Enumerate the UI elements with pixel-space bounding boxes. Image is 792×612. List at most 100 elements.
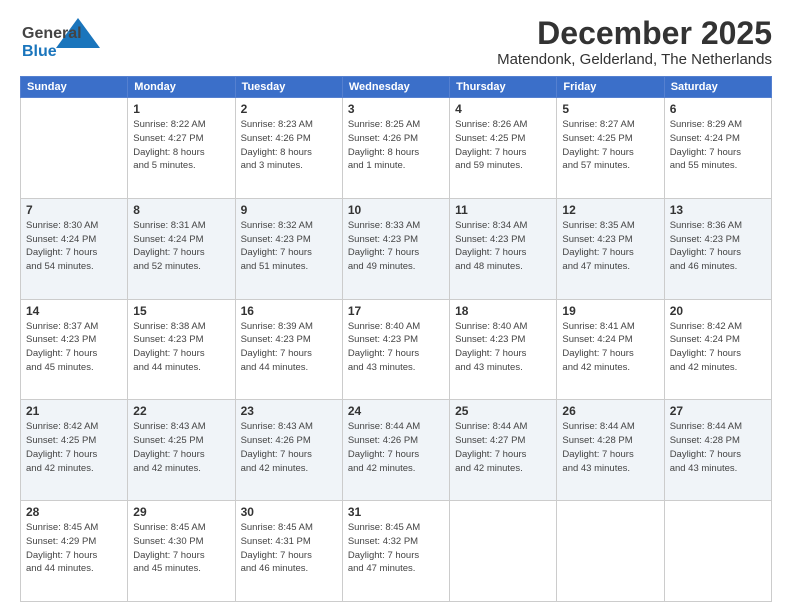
day-number: 22 — [133, 404, 229, 418]
day-number: 23 — [241, 404, 337, 418]
day-number: 11 — [455, 203, 551, 217]
day-number: 8 — [133, 203, 229, 217]
day-number: 1 — [133, 102, 229, 116]
table-row: 26Sunrise: 8:44 AMSunset: 4:28 PMDayligh… — [557, 400, 664, 501]
day-info: Sunrise: 8:44 AMSunset: 4:27 PMDaylight:… — [455, 420, 551, 475]
table-row: 23 Sunrise: 8:43 AMSunset: 4:26 PMDayligh… — [235, 400, 342, 501]
day-number: 16 — [241, 304, 337, 318]
logo-icon: General Blue — [20, 16, 130, 62]
table-row: 8 Sunrise: 8:31 AMSunset: 4:24 PMDaylight… — [128, 198, 235, 299]
header-friday: Friday — [557, 77, 664, 98]
day-info: Sunrise: 8:30 AMSunset: 4:24 PMDaylight:… — [26, 219, 122, 274]
header-tuesday: Tuesday — [235, 77, 342, 98]
day-info: Sunrise: 8:44 AMSunset: 4:26 PMDaylight:… — [348, 420, 444, 475]
calendar-table: Sunday Monday Tuesday Wednesday Thursday… — [20, 76, 772, 602]
day-info: Sunrise: 8:26 AMSunset: 4:25 PMDaylight:… — [455, 118, 551, 173]
table-row: 16 Sunrise: 8:39 AMSunset: 4:23 PMDayligh… — [235, 299, 342, 400]
calendar-week-row: 7 Sunrise: 8:30 AMSunset: 4:24 PMDaylight… — [21, 198, 772, 299]
table-row: 5Sunrise: 8:27 AMSunset: 4:25 PMDaylight… — [557, 98, 664, 199]
header-saturday: Saturday — [664, 77, 771, 98]
calendar-week-row: 28Sunrise: 8:45 AMSunset: 4:29 PMDayligh… — [21, 501, 772, 602]
table-row: 19Sunrise: 8:41 AMSunset: 4:24 PMDayligh… — [557, 299, 664, 400]
table-row: 27Sunrise: 8:44 AMSunset: 4:28 PMDayligh… — [664, 400, 771, 501]
svg-text:General: General — [22, 25, 82, 42]
table-row: 15 Sunrise: 8:38 AMSunset: 4:23 PMDayligh… — [128, 299, 235, 400]
day-number: 17 — [348, 304, 444, 318]
day-info: Sunrise: 8:40 AMSunset: 4:23 PMDaylight:… — [455, 320, 551, 375]
calendar-week-row: 14Sunrise: 8:37 AMSunset: 4:23 PMDayligh… — [21, 299, 772, 400]
day-number: 7 — [26, 203, 122, 217]
table-row: 10 Sunrise: 8:33 AMSunset: 4:23 PMDayligh… — [342, 198, 449, 299]
table-row: 1Sunrise: 8:22 AMSunset: 4:27 PMDaylight… — [128, 98, 235, 199]
day-info: Sunrise: 8:44 AMSunset: 4:28 PMDaylight:… — [670, 420, 766, 475]
table-row: 20 Sunrise: 8:42 AMSunset: 4:24 PMDayligh… — [664, 299, 771, 400]
table-row — [557, 501, 664, 602]
day-number: 4 — [455, 102, 551, 116]
table-row: 29 Sunrise: 8:45 AMSunset: 4:30 PMDayligh… — [128, 501, 235, 602]
day-number: 18 — [455, 304, 551, 318]
table-row: 25 Sunrise: 8:44 AMSunset: 4:27 PMDayligh… — [450, 400, 557, 501]
table-row: 30Sunrise: 8:45 AMSunset: 4:31 PMDayligh… — [235, 501, 342, 602]
day-info: Sunrise: 8:45 AMSunset: 4:30 PMDaylight:… — [133, 521, 229, 576]
day-number: 31 — [348, 505, 444, 519]
day-info: Sunrise: 8:43 AMSunset: 4:26 PMDaylight:… — [241, 420, 337, 475]
day-number: 12 — [562, 203, 658, 217]
day-info: Sunrise: 8:42 AMSunset: 4:24 PMDaylight:… — [670, 320, 766, 375]
day-info: Sunrise: 8:33 AMSunset: 4:23 PMDaylight:… — [348, 219, 444, 274]
calendar-week-row: 21 Sunrise: 8:42 AMSunset: 4:25 PMDayligh… — [21, 400, 772, 501]
day-number: 10 — [348, 203, 444, 217]
table-row: 24 Sunrise: 8:44 AMSunset: 4:26 PMDayligh… — [342, 400, 449, 501]
day-info: Sunrise: 8:25 AMSunset: 4:26 PMDaylight:… — [348, 118, 444, 173]
day-number: 13 — [670, 203, 766, 217]
day-info: Sunrise: 8:29 AMSunset: 4:24 PMDaylight:… — [670, 118, 766, 173]
table-row: 6 Sunrise: 8:29 AMSunset: 4:24 PMDaylight… — [664, 98, 771, 199]
day-number: 26 — [562, 404, 658, 418]
day-number: 24 — [348, 404, 444, 418]
table-row: 2 Sunrise: 8:23 AMSunset: 4:26 PMDaylight… — [235, 98, 342, 199]
table-row — [450, 501, 557, 602]
svg-text:Blue: Blue — [22, 43, 57, 60]
day-info: Sunrise: 8:34 AMSunset: 4:23 PMDaylight:… — [455, 219, 551, 274]
table-row: 7 Sunrise: 8:30 AMSunset: 4:24 PMDaylight… — [21, 198, 128, 299]
day-info: Sunrise: 8:42 AMSunset: 4:25 PMDaylight:… — [26, 420, 122, 475]
table-row: 21 Sunrise: 8:42 AMSunset: 4:25 PMDayligh… — [21, 400, 128, 501]
table-row: 9Sunrise: 8:32 AMSunset: 4:23 PMDaylight… — [235, 198, 342, 299]
table-row: 14Sunrise: 8:37 AMSunset: 4:23 PMDayligh… — [21, 299, 128, 400]
page: General Blue December 2025 Matendonk, Ge… — [0, 0, 792, 612]
day-info: Sunrise: 8:41 AMSunset: 4:24 PMDaylight:… — [562, 320, 658, 375]
day-number: 29 — [133, 505, 229, 519]
day-number: 14 — [26, 304, 122, 318]
day-info: Sunrise: 8:31 AMSunset: 4:24 PMDaylight:… — [133, 219, 229, 274]
table-row: 12Sunrise: 8:35 AMSunset: 4:23 PMDayligh… — [557, 198, 664, 299]
day-number: 5 — [562, 102, 658, 116]
table-row: 17Sunrise: 8:40 AMSunset: 4:23 PMDayligh… — [342, 299, 449, 400]
title-block: December 2025 Matendonk, Gelderland, The… — [497, 16, 772, 68]
day-info: Sunrise: 8:36 AMSunset: 4:23 PMDaylight:… — [670, 219, 766, 274]
table-row: 3Sunrise: 8:25 AMSunset: 4:26 PMDaylight… — [342, 98, 449, 199]
day-number: 25 — [455, 404, 551, 418]
header: General Blue December 2025 Matendonk, Ge… — [20, 16, 772, 68]
header-sunday: Sunday — [21, 77, 128, 98]
day-number: 21 — [26, 404, 122, 418]
day-number: 9 — [241, 203, 337, 217]
day-info: Sunrise: 8:38 AMSunset: 4:23 PMDaylight:… — [133, 320, 229, 375]
day-number: 15 — [133, 304, 229, 318]
day-number: 6 — [670, 102, 766, 116]
header-thursday: Thursday — [450, 77, 557, 98]
day-info: Sunrise: 8:45 AMSunset: 4:31 PMDaylight:… — [241, 521, 337, 576]
day-info: Sunrise: 8:45 AMSunset: 4:32 PMDaylight:… — [348, 521, 444, 576]
day-info: Sunrise: 8:43 AMSunset: 4:25 PMDaylight:… — [133, 420, 229, 475]
table-row: 13 Sunrise: 8:36 AMSunset: 4:23 PMDayligh… — [664, 198, 771, 299]
table-row — [664, 501, 771, 602]
day-info: Sunrise: 8:45 AMSunset: 4:29 PMDaylight:… — [26, 521, 122, 576]
day-info: Sunrise: 8:39 AMSunset: 4:23 PMDaylight:… — [241, 320, 337, 375]
calendar-week-row: 1Sunrise: 8:22 AMSunset: 4:27 PMDaylight… — [21, 98, 772, 199]
day-number: 20 — [670, 304, 766, 318]
logo: General Blue — [20, 16, 130, 62]
table-row: 22 Sunrise: 8:43 AMSunset: 4:25 PMDayligh… — [128, 400, 235, 501]
day-number: 2 — [241, 102, 337, 116]
table-row: 31 Sunrise: 8:45 AMSunset: 4:32 PMDayligh… — [342, 501, 449, 602]
day-info: Sunrise: 8:23 AMSunset: 4:26 PMDaylight:… — [241, 118, 337, 173]
header-wednesday: Wednesday — [342, 77, 449, 98]
header-monday: Monday — [128, 77, 235, 98]
